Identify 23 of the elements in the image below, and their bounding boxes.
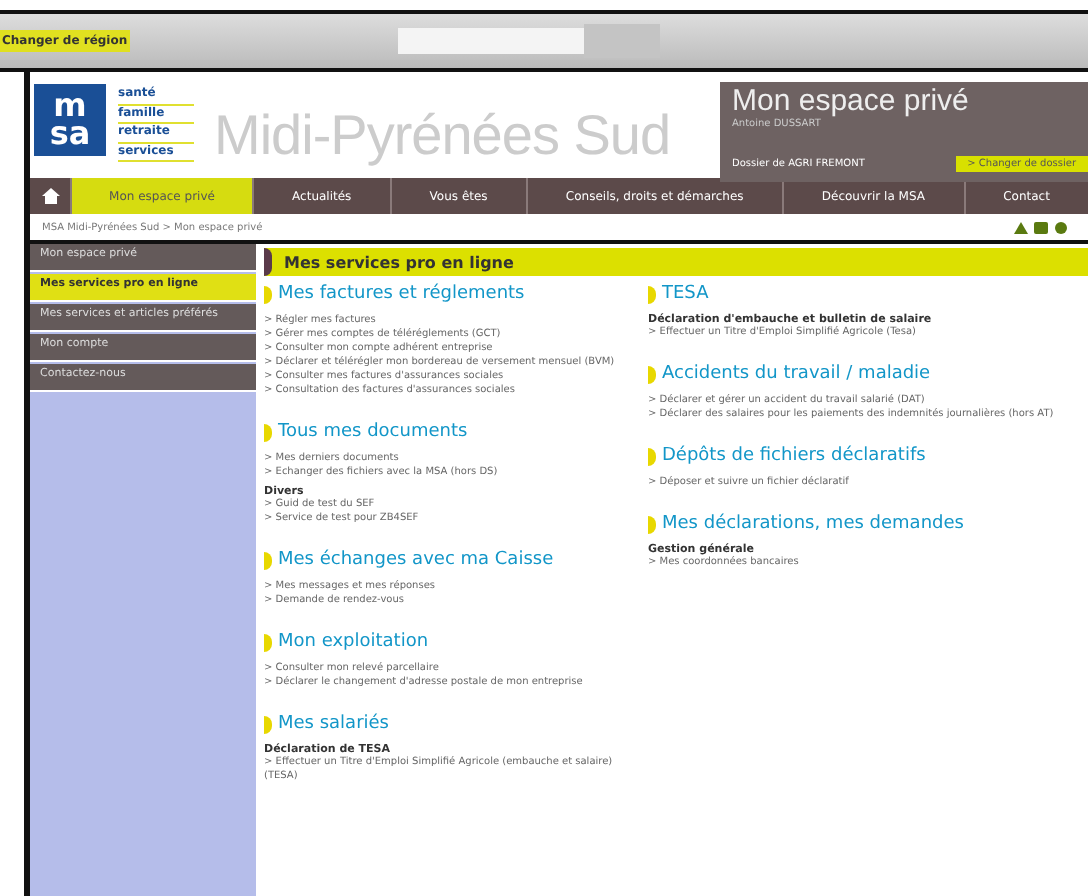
bullet-icon	[264, 423, 272, 441]
home-icon	[41, 188, 59, 204]
search-field[interactable]	[397, 28, 584, 54]
bullet-icon	[648, 447, 656, 465]
section-title: Mes factures et réglements	[278, 284, 525, 304]
bullet-icon	[264, 715, 272, 733]
bullet-icon	[264, 551, 272, 569]
bullet-icon	[264, 633, 272, 651]
section-title: Tous mes documents	[278, 422, 468, 442]
section-title: TESA	[662, 284, 709, 304]
bullet-icon	[648, 365, 656, 383]
section-title: Mes déclarations, mes demandes	[662, 514, 964, 534]
section-title: Mon exploitation	[278, 632, 429, 652]
page-title: Mes services pro en ligne	[284, 253, 514, 271]
section-title: Mes salariés	[278, 714, 389, 734]
bullet-icon	[648, 285, 656, 303]
section-title: Accidents du travail / maladie	[662, 364, 931, 384]
bullet-icon	[264, 285, 272, 303]
section-title: Mes échanges avec ma Caisse	[278, 550, 554, 570]
bullet-icon	[648, 515, 656, 533]
section-title: Dépôts de fichiers déclaratifs	[662, 446, 926, 466]
logo: m sa	[34, 84, 106, 156]
private-space-title: Mon espace privé	[732, 86, 971, 118]
